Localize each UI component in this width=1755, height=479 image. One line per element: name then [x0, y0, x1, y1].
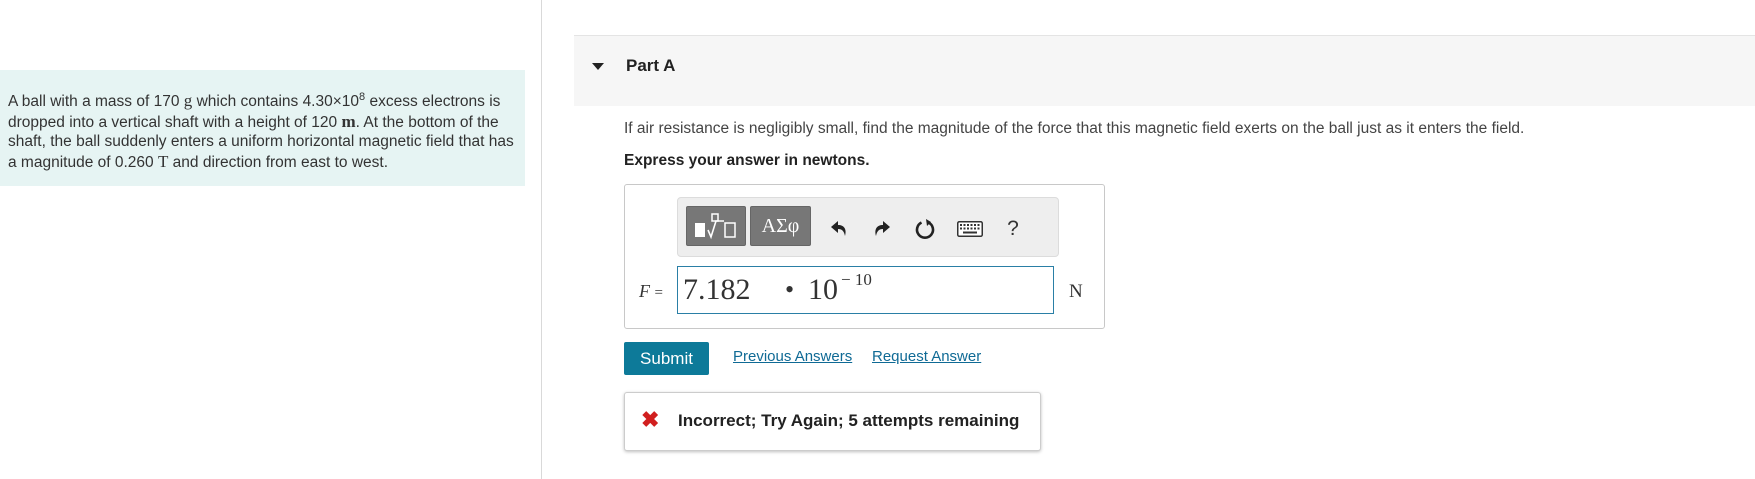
variable-name: F — [639, 281, 650, 301]
templates-icon[interactable] — [686, 206, 746, 246]
answer-variable-label: F = — [639, 281, 663, 302]
keyboard-icon[interactable] — [955, 216, 985, 242]
answer-input[interactable]: 7.182 • 10 − 10 — [677, 266, 1054, 314]
answer-exponent: − 10 — [841, 270, 872, 289]
answer-unit: N — [1069, 281, 1083, 302]
question-text: If air resistance is negligibly small, f… — [624, 120, 1525, 137]
part-title: Part A — [626, 56, 676, 75]
answer-panel: ΑΣφ ? F = 7.182 • 10 − 10 N — [624, 184, 1105, 329]
equals-sign: = — [654, 285, 663, 301]
column-divider — [541, 0, 542, 479]
greek-symbols-icon[interactable]: ΑΣφ — [750, 206, 811, 246]
answer-instruction: Express your answer in newtons. — [624, 152, 870, 169]
problem-text-2: which contains 4.30×10 — [196, 93, 360, 111]
field-unit: T — [157, 151, 169, 171]
answer-base: 10 — [808, 273, 838, 306]
feedback-box: ✖ Incorrect; Try Again; 5 attempts remai… — [624, 392, 1041, 451]
problem-text-1: A ball with a mass of 170 — [8, 93, 180, 111]
math-toolbar: ΑΣφ ? — [677, 197, 1059, 257]
reset-icon[interactable] — [912, 216, 938, 242]
problem-text-5: and direction from east to west. — [172, 153, 389, 171]
answer-multiply-dot: • — [785, 275, 795, 304]
mass-unit: g — [183, 91, 193, 111]
height-unit: m — [341, 111, 356, 131]
charge-exponent: 8 — [359, 91, 366, 103]
undo-icon[interactable] — [826, 216, 852, 242]
feedback-message: Incorrect; Try Again; 5 attempts remaini… — [678, 411, 1020, 430]
x-icon: ✖ — [641, 407, 660, 432]
request-answer-link[interactable]: Request Answer — [872, 348, 981, 365]
help-icon[interactable]: ? — [1000, 216, 1026, 242]
caret-down-icon[interactable] — [592, 63, 604, 70]
previous-answers-link[interactable]: Previous Answers — [733, 348, 852, 365]
submit-button[interactable]: Submit — [624, 342, 709, 375]
part-a-header[interactable]: Part A — [574, 35, 1755, 106]
answer-mantissa: 7.182 — [683, 273, 751, 306]
problem-statement: A ball with a mass of 170 g which contai… — [0, 70, 525, 186]
redo-icon[interactable] — [869, 216, 895, 242]
